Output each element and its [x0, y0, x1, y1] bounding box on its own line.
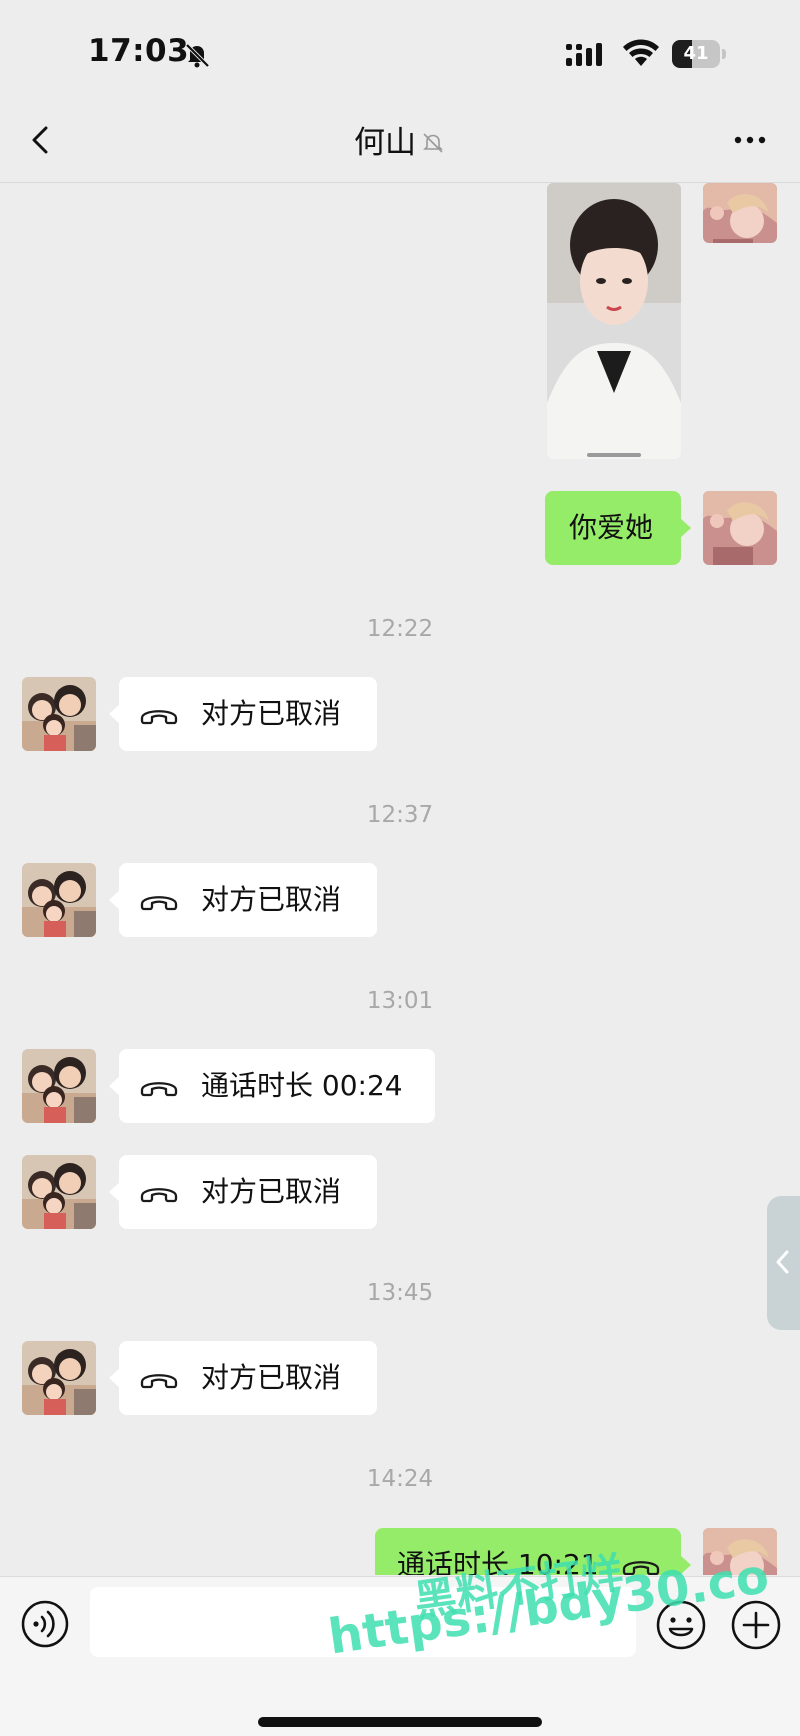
my-avatar[interactable]	[703, 183, 777, 243]
timestamp: 13:45	[366, 1280, 434, 1306]
chevron-left-icon	[776, 1250, 789, 1274]
contact-name: 何山	[354, 124, 416, 161]
text-message-outgoing[interactable]: 你爱她	[545, 491, 691, 565]
battery-level: 41	[683, 43, 709, 64]
avatar-image	[703, 1528, 777, 1575]
phone-hangup-icon	[621, 1554, 661, 1575]
call-record-message[interactable]: 对方已取消	[109, 863, 377, 937]
home-indicator	[258, 1717, 542, 1727]
call-record-message-outgoing[interactable]: 通话时长 10:21	[375, 1528, 691, 1575]
message-text: 你爱她	[569, 511, 654, 544]
my-avatar[interactable]	[703, 1528, 777, 1575]
contact-avatar[interactable]	[22, 1341, 96, 1415]
status-time: 17:03	[88, 33, 190, 69]
avatar-image	[703, 491, 777, 565]
side-float-handle[interactable]	[767, 1196, 800, 1330]
emoji-icon[interactable]	[655, 1599, 707, 1651]
phone-hangup-icon	[139, 1181, 179, 1203]
plus-circle-icon[interactable]	[730, 1599, 782, 1651]
contact-avatar[interactable]	[22, 1049, 96, 1123]
more-dots-icon[interactable]	[730, 124, 770, 156]
call-record-message[interactable]: 对方已取消	[109, 677, 377, 751]
battery-tip	[722, 49, 726, 59]
contact-avatar[interactable]	[22, 1155, 96, 1229]
timestamp: 13:01	[366, 988, 434, 1014]
battery-indicator: 41	[672, 40, 728, 68]
chat-title: 何山	[0, 100, 800, 184]
timestamp: 14:24	[366, 1466, 434, 1492]
voice-icon[interactable]	[20, 1599, 70, 1649]
call-record-message[interactable]: 对方已取消	[109, 1341, 377, 1415]
photo-message[interactable]	[547, 183, 681, 459]
bell-off-icon	[423, 132, 443, 153]
contact-avatar[interactable]	[22, 863, 96, 937]
message-input[interactable]	[90, 1587, 636, 1657]
chat-messages[interactable]: 你爱她 12:22 对方已取消 12:37 对方已取消 13:01 通话时长 0…	[0, 183, 800, 1575]
call-record-message[interactable]: 通话时长 00:24	[109, 1049, 435, 1123]
phone-hangup-icon	[139, 1075, 179, 1097]
call-record-message[interactable]: 对方已取消	[109, 1155, 377, 1229]
call-duration-text: 通话时长 00:24	[201, 1069, 403, 1102]
avatar-image	[22, 1155, 96, 1229]
timestamp: 12:22	[366, 616, 434, 642]
timestamp: 12:37	[366, 802, 434, 828]
phone-hangup-icon	[139, 1367, 179, 1389]
my-avatar[interactable]	[703, 491, 777, 565]
nav-bar: 何山	[0, 100, 800, 183]
phone-hangup-icon	[139, 889, 179, 911]
wifi-icon	[623, 39, 659, 66]
avatar-image	[703, 183, 777, 243]
bell-off-icon	[185, 43, 210, 68]
avatar-image	[22, 1341, 96, 1415]
signal-icon	[566, 43, 602, 66]
call-status-text: 对方已取消	[201, 1361, 342, 1394]
call-duration-text: 通话时长 10:21	[397, 1548, 599, 1575]
call-status-text: 对方已取消	[201, 697, 342, 730]
battery-body: 41	[672, 40, 720, 68]
call-status-text: 对方已取消	[201, 1175, 342, 1208]
portrait-photo	[547, 183, 681, 459]
avatar-image	[22, 1049, 96, 1123]
contact-avatar[interactable]	[22, 677, 96, 751]
avatar-image	[22, 677, 96, 751]
phone-hangup-icon	[139, 703, 179, 725]
status-bar: 17:03 41	[0, 0, 800, 110]
avatar-image	[22, 863, 96, 937]
input-bar	[0, 1576, 800, 1736]
call-status-text: 对方已取消	[201, 883, 342, 916]
